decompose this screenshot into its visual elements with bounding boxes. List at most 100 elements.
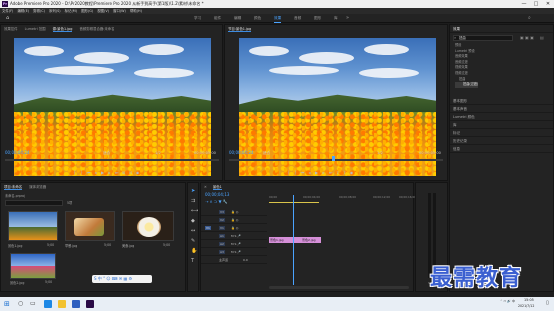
accelerated-effects-icon[interactable]: ▣ ▣ ▣ — [520, 35, 534, 40]
timeline-clip[interactable]: 景色2.jpg — [294, 237, 321, 243]
windows-start-icon[interactable]: ⊞ — [4, 300, 12, 308]
section-markers[interactable]: 标记 — [450, 129, 553, 137]
tray-icons[interactable]: ⌃ ▭ 🔊 中 — [500, 299, 515, 303]
tab-media-browser[interactable]: 媒体浏览器 — [29, 185, 46, 189]
program-zoom-select[interactable]: 适合 — [263, 151, 270, 156]
track-label[interactable]: V3 — [219, 210, 225, 214]
menu-help[interactable]: 帮助(H) — [130, 9, 142, 13]
tab-effect-controls[interactable]: 效果控件 — [4, 27, 18, 31]
clock-time[interactable]: 15:05 — [524, 298, 534, 302]
track-label[interactable]: A2 — [219, 242, 225, 246]
step-back-icon[interactable]: ◂ — [306, 170, 313, 175]
lock-icon[interactable]: 🔒 ◎ — [231, 218, 238, 222]
workspace-editing[interactable]: 编辑 — [234, 14, 241, 23]
step-forward-icon[interactable]: ▸ — [320, 170, 327, 175]
camera-icon[interactable]: ◉ — [348, 170, 355, 175]
source-zoom-select[interactable]: 适合 — [103, 151, 110, 156]
step-forward-icon[interactable]: ▸ — [106, 170, 113, 175]
track-label[interactable]: V2 — [219, 218, 225, 222]
maximize-button[interactable]: □ — [530, 0, 542, 8]
mark-in-icon[interactable]: { — [71, 170, 78, 175]
close-button[interactable]: ✕ — [542, 0, 554, 8]
timeline-tools-icon[interactable]: ⇢ ∩ ⊃ ▼ 🔧 — [205, 199, 228, 204]
mark-in-icon[interactable]: { — [285, 170, 292, 175]
camera-icon[interactable]: ◉ — [134, 170, 141, 175]
clock-date[interactable]: 2021/7/12 — [518, 304, 534, 308]
tab-lumetri-scopes[interactable]: Lumetri 范围 — [25, 27, 46, 31]
razor-tool-icon[interactable]: ◆ — [191, 218, 195, 224]
workspace-color[interactable]: 颜色 — [254, 14, 261, 23]
mute-solo-icon[interactable]: M S 🎤 — [231, 242, 241, 246]
workspace-audio[interactable]: 音频 — [294, 14, 301, 23]
track-label[interactable]: A1 — [219, 234, 225, 238]
tab-source[interactable]: 源:景色1.jpg — [52, 27, 73, 32]
section-info[interactable]: 信息 — [450, 145, 553, 153]
section-lumetri-color[interactable]: Lumetri 颜色 — [450, 113, 553, 121]
lift-icon[interactable]: ⇧ — [334, 170, 341, 175]
tree-item-selected[interactable]: 扭曲(过渡) — [455, 82, 479, 88]
program-resolution-select[interactable]: 1/2 — [377, 151, 383, 155]
track-label[interactable]: A3 — [219, 250, 225, 254]
timeline-zoom-scrollbar[interactable] — [269, 286, 409, 289]
hand-tool-icon[interactable]: ✋ — [191, 248, 197, 254]
timeline-clip[interactable]: 景色1.jpg — [269, 237, 293, 243]
insert-icon[interactable]: ⊞ — [120, 170, 127, 175]
section-essential-sound[interactable]: 基本声音 — [450, 105, 553, 113]
project-item[interactable] — [122, 211, 174, 241]
timeline-playhead[interactable] — [293, 195, 294, 285]
lock-icon[interactable]: 🔒 ◎ — [231, 226, 238, 230]
premiere-taskbar-icon[interactable] — [86, 300, 94, 308]
program-playhead[interactable] — [332, 156, 335, 161]
source-timecode[interactable]: 00;00;04;24 — [5, 150, 29, 155]
play-icon[interactable]: ▶ — [99, 170, 106, 175]
menu-window[interactable]: 窗口(W) — [113, 9, 126, 13]
timeline-timecode[interactable]: 00;00;04;13 — [205, 192, 229, 197]
lock-icon[interactable]: 🔒 ◎ — [231, 210, 238, 214]
menu-sequence[interactable]: 序列(S) — [49, 9, 61, 13]
program-scrub-bar[interactable] — [229, 159, 443, 161]
search-icon[interactable]: ○ — [18, 300, 26, 308]
ripple-edit-tool-icon[interactable]: ⟷ — [191, 208, 198, 214]
workspace-learn[interactable]: 学习 — [194, 14, 201, 23]
go-to-out-icon[interactable]: ⏭ — [327, 170, 334, 175]
minimize-button[interactable]: — — [518, 0, 530, 8]
overwrite-icon[interactable]: ⊟ — [127, 170, 134, 175]
pen-tool-icon[interactable]: ✎ — [191, 238, 195, 244]
project-item[interactable] — [10, 253, 56, 279]
menu-marker[interactable]: 标记(M) — [65, 9, 77, 13]
go-to-in-icon[interactable]: ⏮ — [299, 170, 306, 175]
extract-icon[interactable]: ⇪ — [341, 170, 348, 175]
menu-clip[interactable]: 剪辑(C) — [33, 9, 45, 13]
workspace-assembly[interactable]: 组件 — [214, 14, 221, 23]
source-resolution-select[interactable]: 1/2 — [155, 151, 161, 155]
go-to-in-icon[interactable]: ⏮ — [85, 170, 92, 175]
tab-sequence[interactable]: 景色1 — [212, 185, 222, 190]
workspace-effects[interactable]: 效果 — [274, 14, 282, 23]
ime-toolbar[interactable]: S 中 ° ☺ ⌨ ✉ ▦ ⚙ — [92, 275, 152, 283]
step-back-icon[interactable]: ◂ — [92, 170, 99, 175]
workspace-libraries[interactable]: 库 — [334, 14, 338, 23]
effects-panel-title[interactable]: 效果 — [450, 25, 553, 33]
mark-out-icon[interactable]: } — [78, 170, 85, 175]
project-item[interactable] — [65, 211, 115, 241]
home-icon[interactable]: ⌂ — [6, 14, 9, 23]
master-volume[interactable]: 0.0 — [243, 258, 248, 262]
work-area-bar[interactable] — [269, 202, 319, 203]
type-tool-icon[interactable]: T — [191, 258, 194, 264]
project-item[interactable] — [8, 211, 58, 241]
section-history[interactable]: 历史记录 — [450, 137, 553, 145]
selection-tool-icon[interactable]: ➤ — [191, 188, 195, 194]
edge-icon[interactable] — [44, 300, 52, 308]
mark-out-icon[interactable]: } — [292, 170, 299, 175]
mute-solo-icon[interactable]: M S 🎤 — [231, 250, 241, 254]
mute-solo-icon[interactable]: M S 🎤 — [231, 234, 241, 238]
search-icon[interactable]: ⌕ — [528, 14, 531, 23]
effects-search-input[interactable]: 扭曲 — [453, 35, 513, 41]
project-search-input[interactable] — [5, 200, 63, 206]
section-libraries[interactable]: 库 — [450, 121, 553, 129]
section-essential-graphics[interactable]: 基本图形 — [450, 97, 553, 105]
new-bin-icon[interactable]: ▤ — [540, 35, 544, 40]
task-view-icon[interactable]: ▭ — [30, 300, 38, 308]
menu-view[interactable]: 视图(V) — [97, 9, 109, 13]
close-icon[interactable]: ✕ — [204, 185, 207, 189]
